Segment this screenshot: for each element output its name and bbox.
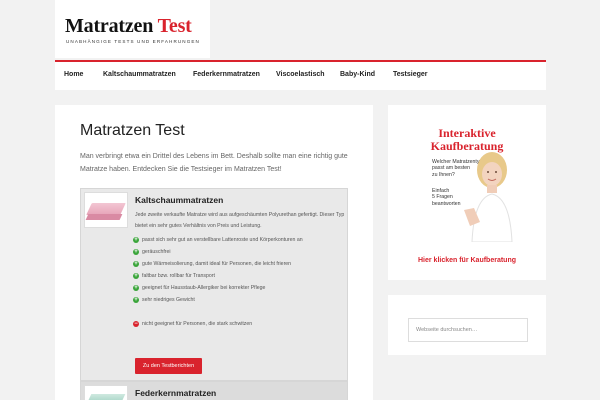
site-logo[interactable]: Matratzen Test UNABHÄNGIGE TESTS UND ERF… xyxy=(55,0,210,58)
plus-icon: + xyxy=(133,237,139,243)
test-reports-button[interactable]: Zu den Testberichten xyxy=(135,358,202,374)
nav-item-baby-kind[interactable]: Baby-Kind xyxy=(340,71,375,78)
product-card-federkern: Federkernmatratzen xyxy=(80,381,348,400)
kaufberatung-link[interactable]: Hier klicken für Kaufberatung xyxy=(388,257,546,264)
advisor-woman-image[interactable] xyxy=(458,150,514,242)
main-navigation: Home Kaltschaummatratzen Federkernmatrat… xyxy=(55,60,546,90)
nav-item-kaltschaummatratzen[interactable]: Kaltschaummatratzen xyxy=(103,71,176,78)
pro-item: faltbar bzw. rollbar für Transport xyxy=(142,273,215,279)
intro-text: Man verbringt etwa ein Drittel des Leben… xyxy=(80,153,348,173)
product-card-kaltschaum: Kaltschaummatratzen Jede zweite verkauft… xyxy=(80,188,348,381)
site-header: Matratzen Test UNABHÄNGIGE TESTS UND ERF… xyxy=(0,0,600,60)
pro-item: gute Wärmeisolierung, damit ideal für Pe… xyxy=(142,261,292,267)
pro-item: sehr niedriges Gewicht xyxy=(142,297,195,303)
plus-icon: + xyxy=(133,249,139,255)
pro-item: passt sich sehr gut an verstellbare Latt… xyxy=(142,237,303,243)
ad-answer-line: beantworten xyxy=(432,200,461,207)
plus-icon: + xyxy=(133,273,139,279)
product-thumbnail[interactable] xyxy=(84,192,128,228)
page-title: Matratzen Test xyxy=(80,122,185,139)
mattress-image xyxy=(86,394,126,400)
product-description: Jede zweite verkaufte Matratze wird aus … xyxy=(135,212,345,229)
minus-icon: − xyxy=(133,321,139,327)
logo-title: Matratzen Test xyxy=(65,15,192,38)
nav-item-home[interactable]: Home xyxy=(64,71,83,78)
pro-item: geräuschfrei xyxy=(142,249,171,255)
plus-icon: + xyxy=(133,297,139,303)
nav-item-federkernmatratzen[interactable]: Federkernmatratzen xyxy=(193,71,260,78)
nav-item-viscoelastisch[interactable]: Viscoelastisch xyxy=(276,71,325,78)
nav-item-testsieger[interactable]: Testsieger xyxy=(393,71,428,78)
ad-answer-hint: Einfach 5 Fragen beantworten xyxy=(432,188,461,207)
plus-icon: + xyxy=(133,285,139,291)
logo-tagline: UNABHÄNGIGE TESTS UND ERFAHRUNGEN xyxy=(66,39,200,44)
logo-text-main: Matratzen xyxy=(65,15,154,37)
main-content: Matratzen Test Man verbringt etwa ein Dr… xyxy=(55,105,373,400)
product-title[interactable]: Federkernmatratzen xyxy=(135,388,216,398)
product-title[interactable]: Kaltschaummatratzen xyxy=(135,195,223,205)
plus-icon: + xyxy=(133,261,139,267)
logo-text-accent: Test xyxy=(157,15,192,37)
kaufberatung-widget: Interaktive Kaufberatung Welcher Matratz… xyxy=(388,105,546,280)
pro-item: geeignet für Hausstaub-Allergiker bei ko… xyxy=(142,285,266,291)
product-thumbnail[interactable] xyxy=(84,385,128,400)
con-item: nicht geeignet für Personen, die stark s… xyxy=(142,321,253,327)
mattress-image-side xyxy=(85,214,123,220)
search-input[interactable]: Webseite durchsuchen… xyxy=(408,318,528,342)
